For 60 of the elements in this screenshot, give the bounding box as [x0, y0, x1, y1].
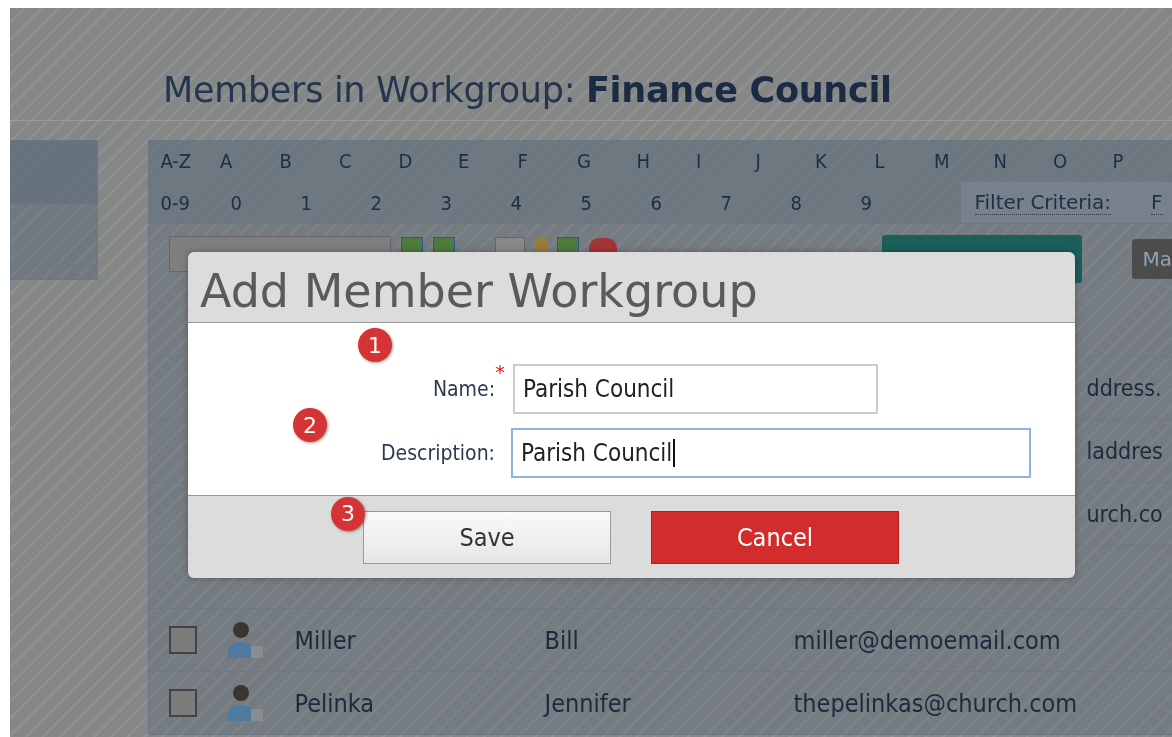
text-input-field[interactable]: Parish Council: [511, 428, 1031, 478]
letter-filter-link[interactable]: B: [279, 148, 339, 173]
letter-filter-link[interactable]: I: [696, 148, 756, 173]
table-cell: thepelinkas@church.com: [793, 688, 1078, 718]
table-cell: urch.co: [1086, 501, 1163, 527]
person-icon: [224, 620, 265, 660]
letter-filter-link[interactable]: F: [517, 148, 577, 173]
letter-filter-link[interactable]: G: [577, 148, 637, 173]
digit-filter-link[interactable]: 6: [650, 190, 721, 215]
table-cell: ddress.: [1086, 375, 1162, 401]
letter-filter-link[interactable]: H: [636, 148, 696, 173]
required-mark: *: [495, 360, 506, 384]
toolbar-icon[interactable]: [432, 237, 455, 253]
letter-filter-link[interactable]: A-Z: [160, 148, 220, 173]
letter-filter-link[interactable]: J: [755, 148, 815, 173]
row-checkbox[interactable]: [168, 689, 197, 717]
letter-filter-link[interactable]: D: [398, 148, 458, 173]
row-checkbox[interactable]: [168, 626, 197, 654]
digit-filter-link[interactable]: 9: [860, 190, 931, 215]
digit-filter-link[interactable]: 7: [720, 190, 791, 215]
letter-filter-link[interactable]: O: [1053, 148, 1113, 173]
cancel-button[interactable]: Cancel: [651, 510, 899, 564]
table-cell: laddres: [1086, 438, 1163, 464]
letter-filter-link[interactable]: L: [874, 148, 934, 173]
person-icon: [224, 683, 265, 723]
dialog-title: Add Member Workgroup: [200, 263, 758, 320]
digit-filter-link[interactable]: 5: [580, 190, 651, 215]
letter-filter-link[interactable]: A: [220, 148, 280, 173]
digit-filter-link[interactable]: 2: [370, 190, 441, 215]
letter-filter-link[interactable]: C: [339, 148, 399, 173]
digit-filter-link[interactable]: 3: [440, 190, 511, 215]
digit-filter-link[interactable]: 4: [510, 190, 581, 215]
table-cell-text: Pelinka: [294, 688, 376, 718]
letter-filter-link[interactable]: M: [934, 148, 994, 173]
digit-filter-link[interactable]: 1: [300, 190, 371, 215]
letter-filter-link[interactable]: E: [458, 148, 518, 173]
letter-filter-link[interactable]: K: [815, 148, 875, 173]
letter-filter-link[interactable]: N: [993, 148, 1053, 173]
toolbar-icon[interactable]: [494, 237, 525, 253]
toolbar-icon[interactable]: [400, 237, 423, 253]
table-cell-text: Bill: [544, 625, 580, 655]
field-label: Name:: [431, 377, 495, 401]
step-number-badge: 3: [331, 496, 365, 531]
table-cell-text: Jennifer: [544, 688, 632, 718]
table-cell: miller@demoemail.com: [793, 625, 1061, 655]
field-label: Description:: [380, 441, 495, 465]
filter-criteria-label: Filter Criteria:: [974, 190, 1112, 215]
toolbar-button[interactable]: Ma: [1132, 239, 1172, 279]
digit-filter-link[interactable]: 0-9: [160, 190, 231, 215]
step-number-badge: 1: [358, 328, 392, 362]
step-number-badge: 2: [293, 408, 327, 442]
digit-filter-link[interactable]: 0: [230, 190, 301, 215]
text-input-field[interactable]: Parish Council: [513, 364, 878, 414]
letter-filter-link[interactable]: P: [1112, 148, 1172, 173]
toolbar-icon[interactable]: [556, 237, 579, 253]
filter-criteria-value: F: [1151, 190, 1163, 215]
table-cell-text: Miller: [294, 625, 357, 655]
page-title: Members in Workgroup: Finance Council: [10, 8, 1172, 121]
digit-filter-link[interactable]: 8: [790, 190, 861, 215]
save-button[interactable]: Save: [363, 510, 611, 564]
